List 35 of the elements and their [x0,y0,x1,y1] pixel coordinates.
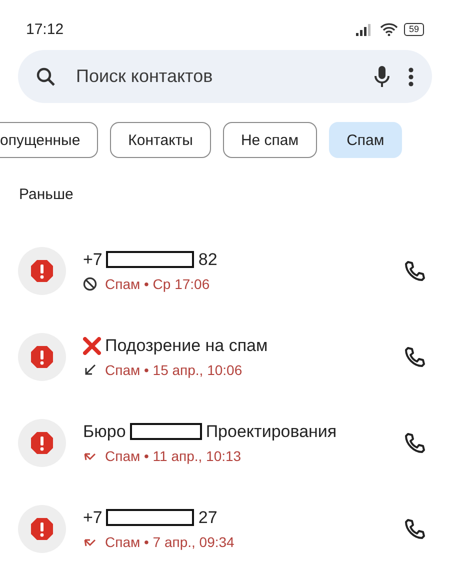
filter-chip[interactable]: опущенные [0,122,98,158]
more-options-icon[interactable] [408,66,414,86]
contact-name: 82 [198,250,218,270]
warning-icon [30,516,54,541]
contact-name: Проектирования [206,422,337,442]
warning-icon [30,430,54,455]
contact-name: Подозрение на спам [105,336,268,356]
incoming-call-icon [83,362,97,377]
section-heading: Раньше [18,184,74,205]
filter-chip[interactable]: Контакты [110,122,211,158]
blocked-icon [83,276,97,291]
cross-mark-icon [83,336,101,355]
call-detail: Спам • 7 апр., 09:34 [105,534,234,550]
battery-level: 59 [404,23,424,36]
contact-name: +7 [83,250,102,270]
phone-icon [404,346,426,368]
contact-name: Бюро [83,422,126,442]
contact-name: 27 [198,508,218,528]
filter-chip[interactable]: Не спам [222,122,317,158]
search-bar[interactable]: Поиск контактов [18,50,432,104]
microphone-icon[interactable] [374,64,390,88]
warning-icon [30,344,54,369]
search-field[interactable]: Поиск контактов [74,65,356,88]
call-detail: Спам • 15 апр., 10:06 [105,362,242,378]
phone-icon [404,518,426,540]
contact-name: +7 [83,508,102,528]
phone-icon [404,260,426,282]
status-time: 17:12 [26,21,64,38]
filter-chip[interactable]: Спам [328,122,402,158]
phone-icon [404,432,426,454]
wifi-icon [380,23,398,36]
call-detail: Спам • 11 апр., 10:13 [105,448,242,464]
search-icon [36,66,56,86]
warning-icon [30,258,54,283]
call-detail: Спам • Ср 17:06 [105,276,210,292]
